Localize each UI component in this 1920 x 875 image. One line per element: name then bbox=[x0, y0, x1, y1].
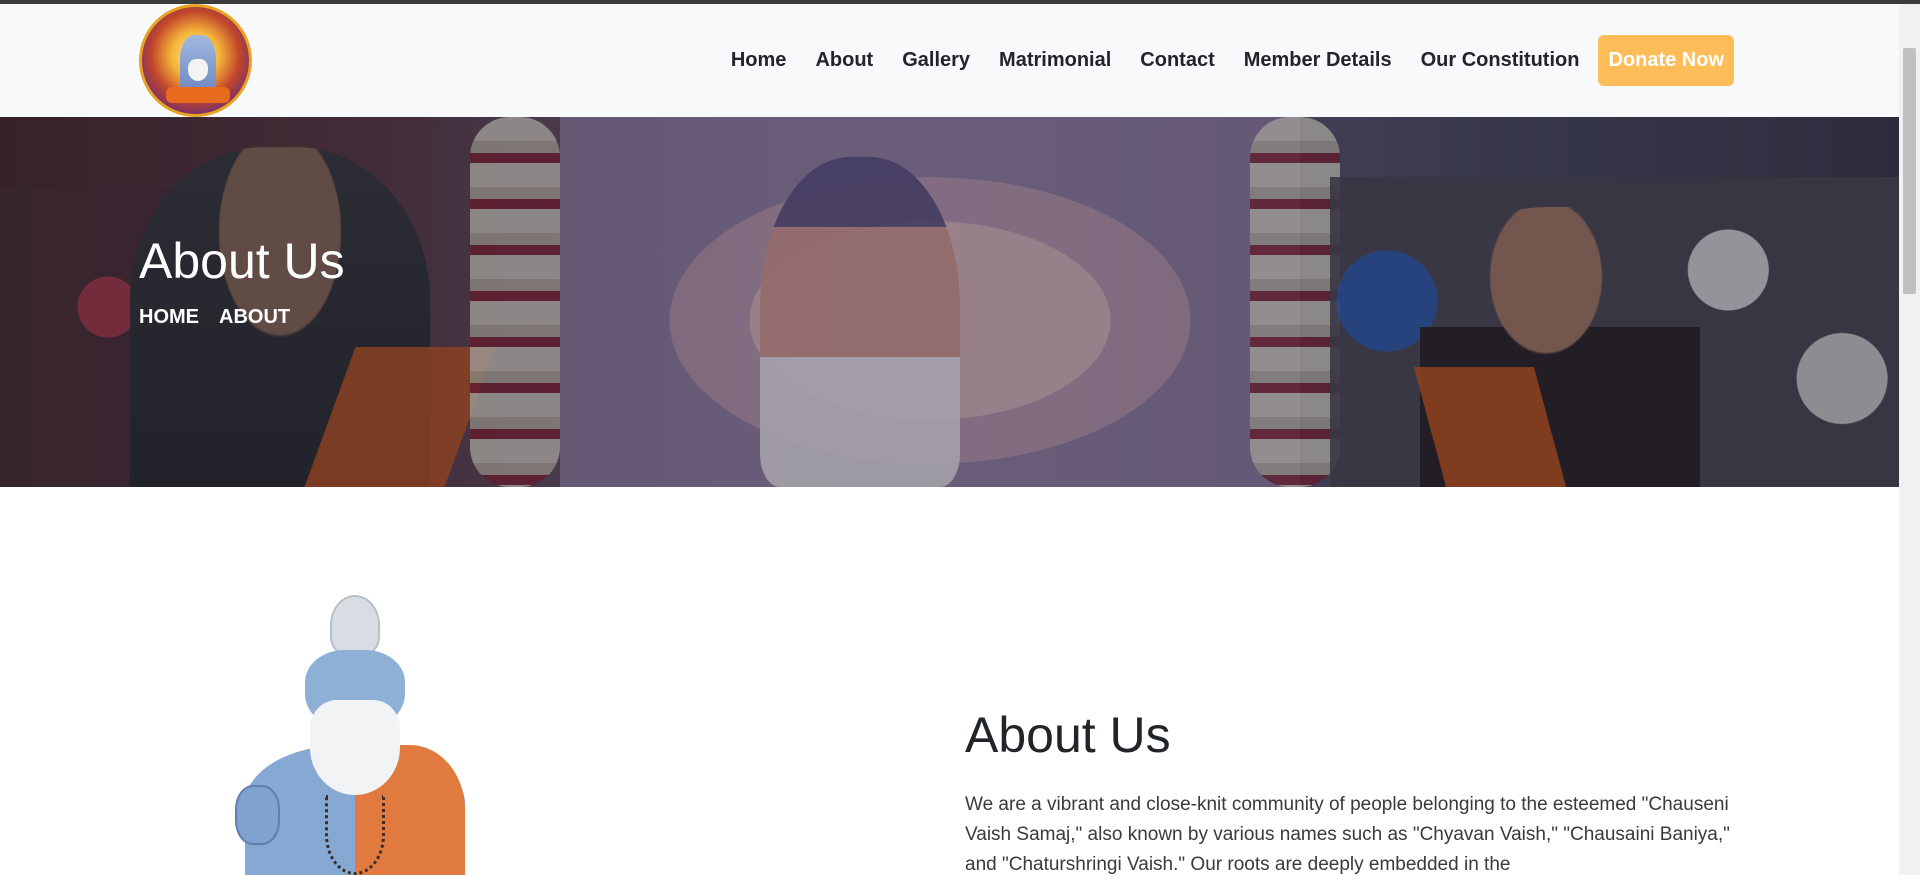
site-logo[interactable] bbox=[139, 4, 252, 117]
nav-link-member-details[interactable]: Member Details bbox=[1244, 49, 1392, 72]
nav-link-our-constitution[interactable]: Our Constitution bbox=[1421, 49, 1580, 72]
nav-link-matrimonial[interactable]: Matrimonial bbox=[999, 49, 1111, 72]
scrollbar-thumb[interactable] bbox=[1903, 48, 1916, 294]
breadcrumb-about: ABOUT bbox=[219, 306, 291, 328]
logo-seat bbox=[166, 87, 230, 103]
logo-sage-beard bbox=[188, 59, 208, 81]
sage-blessing-hand bbox=[235, 785, 280, 845]
nav-link-contact[interactable]: Contact bbox=[1140, 49, 1214, 72]
about-paragraph: We are a vibrant and close-knit communit… bbox=[965, 794, 1730, 875]
nav-link-home[interactable]: Home bbox=[731, 49, 787, 72]
nav-menu: Home About Gallery Matrimonial Contact M… bbox=[702, 4, 1734, 117]
navbar: Home About Gallery Matrimonial Contact M… bbox=[0, 4, 1899, 117]
sage-prayer-beads bbox=[325, 795, 385, 875]
hero-title: About Us bbox=[139, 233, 345, 289]
about-heading: About Us bbox=[965, 707, 1171, 763]
breadcrumb: HOME ABOUT bbox=[139, 306, 290, 329]
breadcrumb-home[interactable]: HOME bbox=[139, 306, 199, 329]
hero-banner: About Us HOME ABOUT bbox=[0, 117, 1899, 487]
hero-overlay bbox=[0, 117, 1899, 487]
sage-beard bbox=[310, 700, 400, 795]
donate-now-button[interactable]: Donate Now bbox=[1598, 35, 1734, 86]
page-scrollbar[interactable] bbox=[1899, 4, 1920, 875]
nav-link-gallery[interactable]: Gallery bbox=[902, 49, 970, 72]
nav-link-about[interactable]: About bbox=[815, 49, 873, 72]
sage-illustration bbox=[205, 595, 505, 875]
sage-hair-bun bbox=[330, 595, 380, 655]
